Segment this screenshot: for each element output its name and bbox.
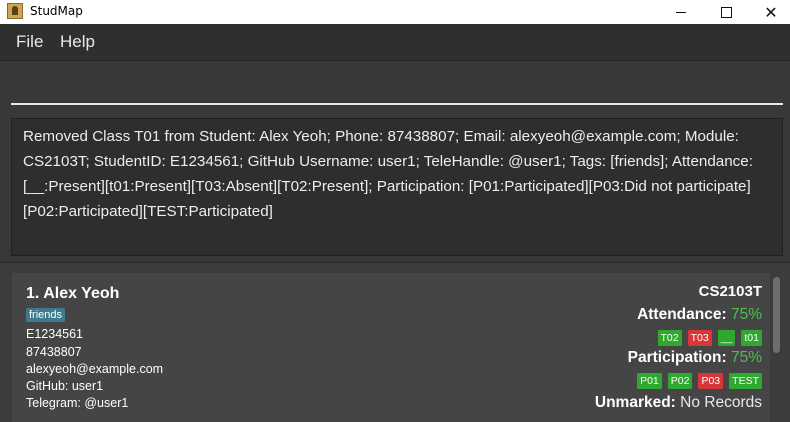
command-box: [0, 61, 790, 113]
student-telegram: Telegram: @user1: [26, 396, 129, 410]
student-list-panel: 1. Alex Yeoh friends E1234561 87438807 a…: [0, 262, 790, 422]
student-email: alexyeoh@example.com: [26, 362, 164, 376]
maximize-button[interactable]: [703, 0, 749, 24]
app-icon: [7, 3, 23, 19]
attendance-badge: T02: [657, 330, 682, 346]
participation-badges: P01 P02 P03 TEST: [637, 373, 762, 389]
participation-badge: P02: [667, 373, 693, 389]
unmarked-label: Unmarked: No Records: [595, 394, 762, 412]
participation-label: Participation: 75%: [628, 349, 762, 367]
window-title: StudMap: [30, 4, 83, 18]
scrollbar-thumb[interactable]: [773, 277, 780, 353]
maximize-icon: [720, 6, 732, 18]
module-code: CS2103T: [698, 283, 762, 300]
attendance-badges: T02 T03 __ t01: [657, 330, 762, 346]
menu-file[interactable]: File: [16, 32, 43, 52]
close-icon: ✕: [764, 2, 778, 22]
menu-help[interactable]: Help: [60, 32, 95, 52]
student-phone: 87438807: [26, 345, 82, 359]
minimize-button[interactable]: [658, 0, 704, 24]
attendance-label-text: Attendance:: [637, 306, 727, 323]
student-github: GitHub: user1: [26, 379, 104, 393]
tag-badge: friends: [26, 308, 66, 322]
minimize-icon: [676, 11, 686, 13]
participation-badge: P01: [637, 373, 662, 389]
student-card[interactable]: 1. Alex Yeoh friends E1234561 87438807 a…: [12, 273, 770, 422]
participation-badge: TEST: [729, 373, 762, 389]
student-id: E1234561: [26, 327, 84, 341]
attendance-percentage: 75%: [730, 306, 762, 323]
title-bar: StudMap ✕: [0, 0, 790, 24]
attendance-badge: T03: [687, 330, 712, 346]
result-message: Removed Class T01 from Student: Alex Yeo…: [23, 128, 753, 220]
unmarked-label-text: Unmarked:: [594, 394, 676, 411]
participation-percentage: 75%: [730, 349, 762, 366]
participation-label-text: Participation:: [627, 349, 727, 366]
menu-bar: File Help: [0, 24, 790, 61]
close-button[interactable]: ✕: [748, 0, 790, 24]
attendance-label: Attendance: 75%: [637, 306, 762, 324]
unmarked-value: No Records: [680, 394, 762, 411]
attendance-badge: __: [717, 330, 736, 346]
command-input[interactable]: [11, 71, 783, 105]
participation-badge: P03: [698, 373, 724, 389]
result-display: Removed Class T01 from Student: Alex Yeo…: [11, 118, 783, 256]
attendance-badge: t01: [741, 330, 762, 346]
list-scrollbar[interactable]: [772, 273, 782, 422]
student-name: 1. Alex Yeoh: [26, 285, 120, 302]
